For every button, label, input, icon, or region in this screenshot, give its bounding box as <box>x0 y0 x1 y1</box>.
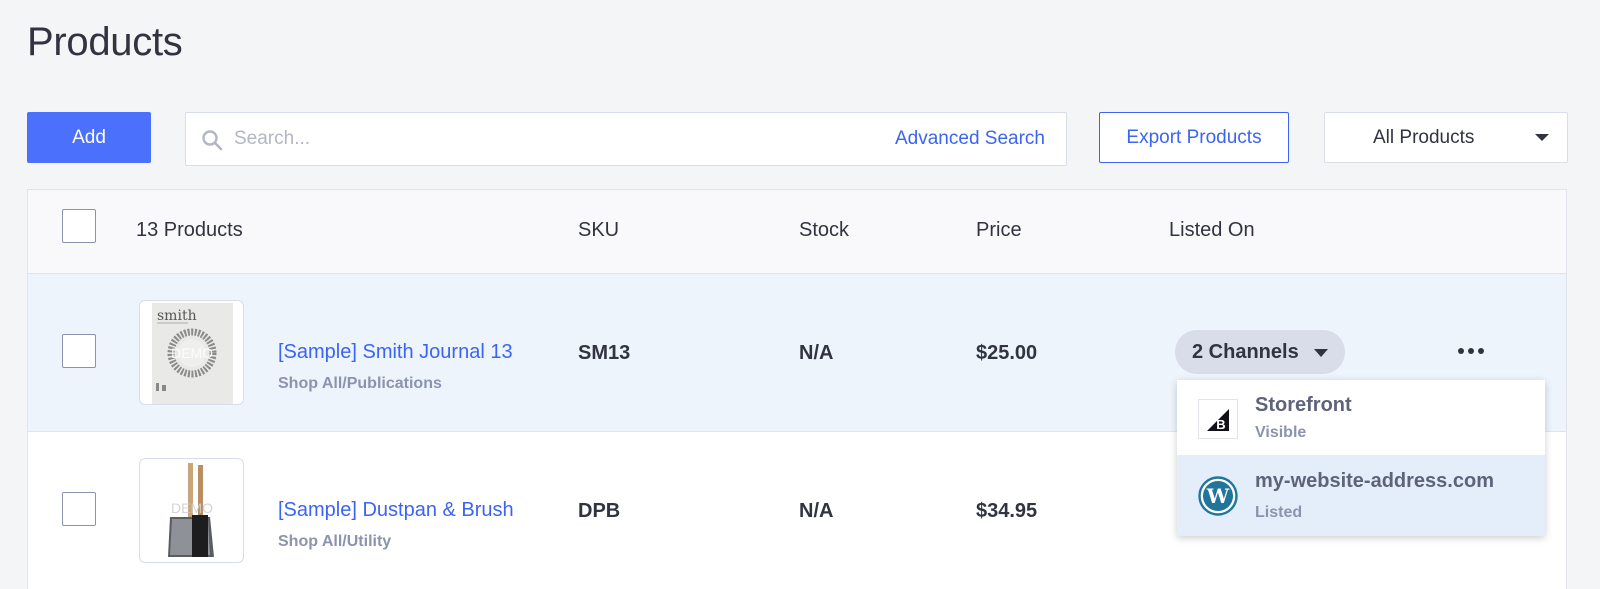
journal-cover-title: smith <box>157 308 197 324</box>
toolbar: Add Advanced Search Export Products All … <box>27 112 1568 166</box>
channels-dropdown-button[interactable]: 2 Channels <box>1175 330 1345 374</box>
channel-name: Storefront <box>1255 394 1352 416</box>
product-name-link[interactable]: [Sample] Dustpan & Brush <box>278 499 514 522</box>
product-price: $25.00 <box>976 342 1038 364</box>
channel-status: Visible <box>1255 424 1307 441</box>
header-sku[interactable]: SKU <box>578 219 619 242</box>
caret-down-icon <box>1535 134 1549 141</box>
product-sku: SM13 <box>578 342 631 364</box>
header-stock[interactable]: Stock <box>799 219 849 242</box>
more-actions-icon[interactable] <box>1451 336 1491 366</box>
advanced-search-link[interactable]: Advanced Search <box>895 128 1045 150</box>
row-checkbox[interactable] <box>62 334 96 368</box>
channel-item-storefront[interactable]: B Storefront Visible <box>1177 380 1545 455</box>
channel-status: Listed <box>1255 504 1303 521</box>
table-header: 13 Products SKU Stock Price Listed On <box>28 190 1566 274</box>
products-filter-select[interactable]: All Products <box>1324 112 1568 163</box>
product-name-link[interactable]: [Sample] Smith Journal 13 <box>278 341 513 364</box>
page-title: Products <box>27 20 183 64</box>
journal-cover-image: smith DEMO <box>152 303 233 404</box>
search-box[interactable]: Advanced Search <box>185 112 1067 166</box>
product-stock: N/A <box>799 500 834 522</box>
product-category: Shop All/Utility <box>278 533 392 550</box>
product-category: Shop All/Publications <box>278 375 442 392</box>
channels-count-label: 2 Channels <box>1192 341 1299 363</box>
search-icon <box>202 130 223 151</box>
svg-text:W: W <box>1206 484 1230 508</box>
product-stock: N/A <box>799 342 834 364</box>
export-products-button[interactable]: Export Products <box>1099 112 1289 163</box>
channels-dropdown-menu: B Storefront Visible W my-website-addres… <box>1177 380 1545 536</box>
add-button[interactable]: Add <box>27 112 151 163</box>
filter-selected-label: All Products <box>1373 127 1475 148</box>
demo-watermark: DEMO <box>171 500 213 516</box>
select-all-checkbox[interactable] <box>62 209 96 243</box>
channel-name: my-website-address.com <box>1255 470 1494 492</box>
demo-watermark: DEMO <box>171 345 213 361</box>
row-checkbox[interactable] <box>62 492 96 526</box>
header-price[interactable]: Price <box>976 219 1022 242</box>
header-listed-on: Listed On <box>1169 219 1255 241</box>
product-price: $34.95 <box>976 500 1038 522</box>
caret-down-icon <box>1314 349 1328 357</box>
wordpress-icon: W <box>1198 476 1238 516</box>
bigcommerce-icon: B <box>1198 399 1238 439</box>
channel-item-wordpress[interactable]: W my-website-address.com Listed <box>1177 455 1545 536</box>
dustpan-image: DEMO <box>168 463 214 557</box>
product-sku: DPB <box>578 500 621 522</box>
svg-text:B: B <box>1216 417 1225 432</box>
header-product-count: 13 Products <box>136 219 243 241</box>
product-thumbnail[interactable]: DEMO <box>139 458 244 563</box>
search-input[interactable] <box>234 113 834 165</box>
product-thumbnail[interactable]: smith DEMO <box>139 300 244 405</box>
